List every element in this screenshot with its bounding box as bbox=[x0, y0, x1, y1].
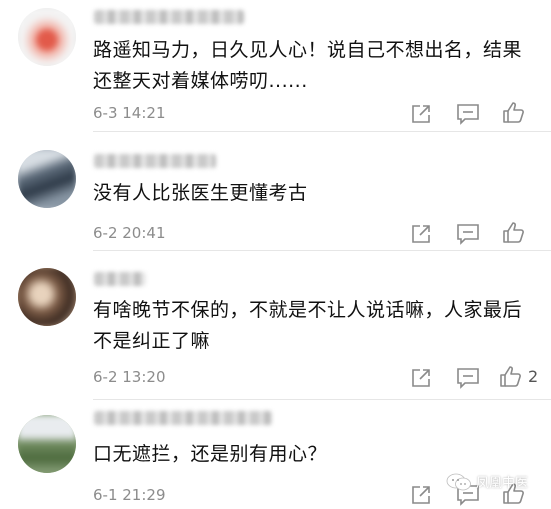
username[interactable] bbox=[94, 272, 146, 286]
share-icon bbox=[412, 486, 430, 504]
thumbs-up-icon bbox=[500, 366, 521, 387]
username[interactable] bbox=[94, 411, 272, 425]
thumbs-up-icon bbox=[503, 222, 524, 243]
avatar[interactable] bbox=[18, 268, 76, 326]
comment-text: 路遥知马力，日久见人心！说自己不想出名，结果还整天对着媒体唠叨...... bbox=[93, 39, 523, 92]
comment-time: 6-1 21:29 bbox=[93, 486, 166, 504]
reply-button[interactable] bbox=[455, 365, 481, 391]
comment-item: 口无遮拦，还是别有用心？ 6-1 21:29 bbox=[0, 399, 551, 509]
share-button[interactable] bbox=[408, 221, 434, 247]
share-icon bbox=[412, 225, 430, 243]
comment-item: 路遥知马力，日久见人心！说自己不想出名，结果还整天对着媒体唠叨...... 6-… bbox=[0, 0, 551, 132]
comment-item: 有啥晚节不保的，不就是不让人说话嘛，人家最后不是纠正了嘛 6-2 13:20 2 bbox=[0, 250, 551, 400]
comment-item: 没有人比张医生更懂考古 6-2 20:41 bbox=[0, 132, 551, 251]
comment-time: 6-3 14:21 bbox=[93, 104, 166, 122]
comment-text: 口无遮拦，还是别有用心？ bbox=[93, 443, 328, 465]
comment-time: 6-2 13:20 bbox=[93, 368, 166, 386]
wechat-icon bbox=[446, 473, 472, 491]
like-button[interactable] bbox=[501, 100, 527, 126]
comment-text: 有啥晚节不保的，不就是不让人说话嘛，人家最后不是纠正了嘛 bbox=[93, 299, 523, 352]
share-button[interactable] bbox=[408, 482, 434, 508]
username[interactable] bbox=[94, 10, 244, 24]
comment-icon bbox=[457, 368, 479, 389]
share-button[interactable] bbox=[408, 365, 434, 391]
share-icon bbox=[412, 369, 430, 387]
username[interactable] bbox=[94, 154, 216, 168]
avatar[interactable] bbox=[18, 415, 76, 473]
comment-icon bbox=[457, 224, 479, 245]
thumbs-up-icon bbox=[503, 102, 524, 123]
watermark: 凤凰中医 bbox=[446, 472, 528, 491]
like-button[interactable] bbox=[501, 220, 527, 246]
reply-button[interactable] bbox=[455, 101, 481, 127]
comment-icon bbox=[457, 104, 479, 125]
share-icon bbox=[412, 105, 430, 123]
avatar[interactable] bbox=[18, 150, 76, 208]
avatar[interactable] bbox=[18, 8, 76, 66]
reply-button[interactable] bbox=[455, 221, 481, 247]
like-button[interactable] bbox=[498, 364, 524, 390]
comment-time: 6-2 20:41 bbox=[93, 224, 166, 242]
watermark-label: 凤凰中医 bbox=[476, 476, 529, 491]
like-count: 2 bbox=[528, 367, 539, 386]
comment-text: 没有人比张医生更懂考古 bbox=[93, 182, 308, 204]
share-button[interactable] bbox=[408, 101, 434, 127]
